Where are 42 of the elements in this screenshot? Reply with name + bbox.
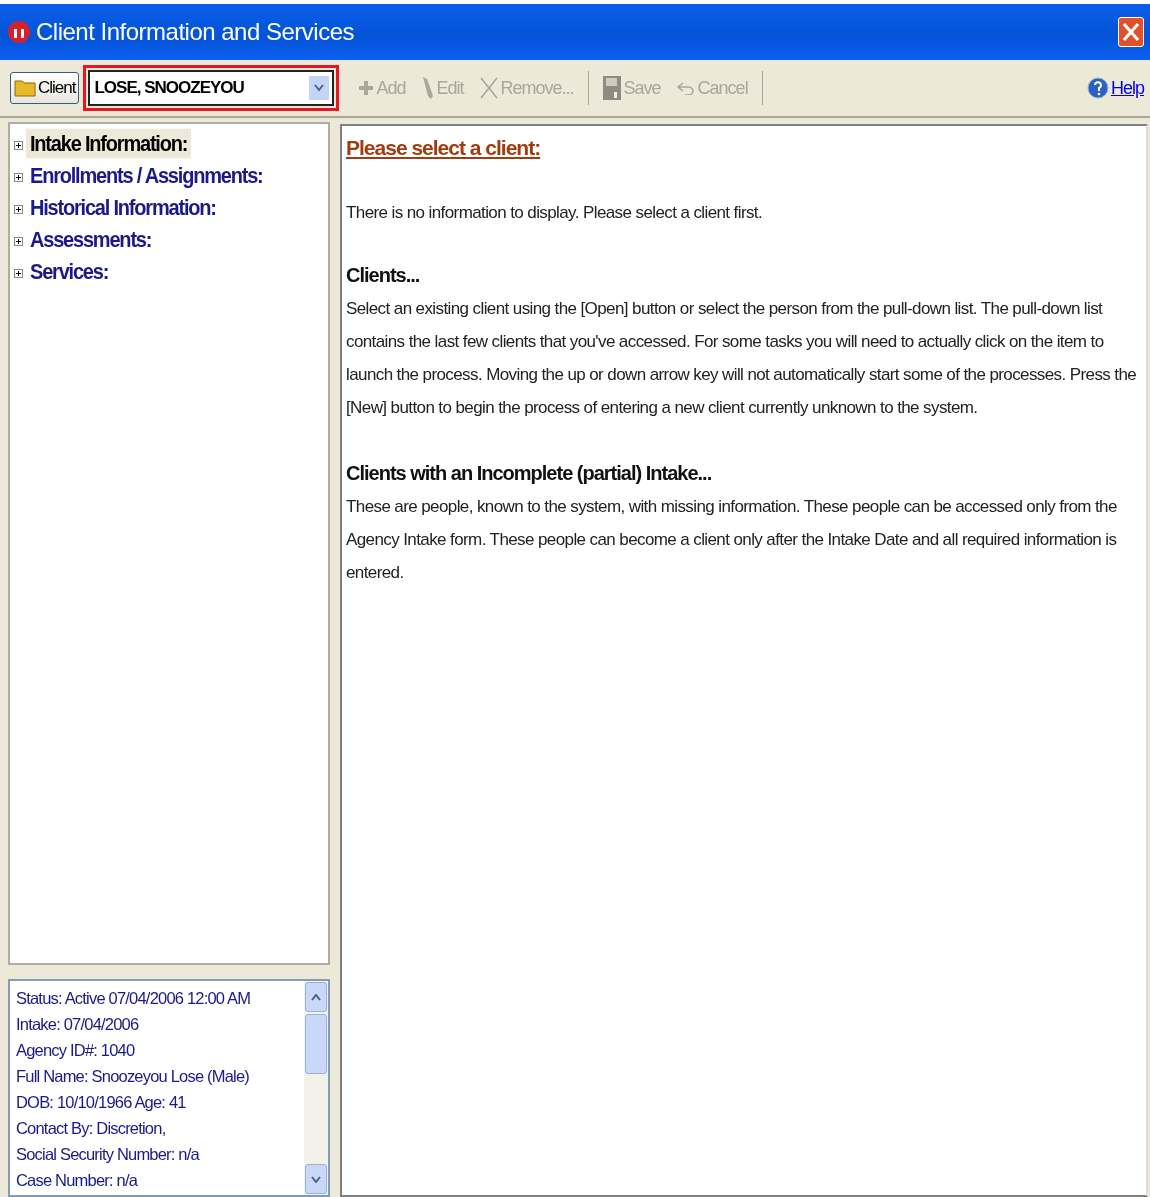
client-detail-line: Full Name: Snoozeyou Lose (Male) xyxy=(16,1066,251,1087)
section-title: Clients with an Incomplete (partial) Intake... xyxy=(346,461,713,486)
undo-arrow-icon xyxy=(676,81,695,95)
tree-item[interactable]: Historical Information: xyxy=(26,192,220,223)
pen-icon xyxy=(421,76,434,100)
plus-box-icon xyxy=(14,237,23,246)
window-title: Client Information and Services xyxy=(36,18,355,46)
client-button[interactable]: Client xyxy=(10,72,80,104)
dropdown-button[interactable] xyxy=(309,76,330,100)
tree-item[interactable]: Assessments: xyxy=(26,224,156,255)
plus-box-icon xyxy=(14,141,23,150)
folder-icon xyxy=(14,79,36,97)
tree-item[interactable]: Enrollments / Assignments: xyxy=(26,160,267,191)
close-icon xyxy=(1122,22,1140,42)
client-detail-line: Agency ID#: 1040 xyxy=(16,1040,136,1061)
client-detail-line: Intake: 07/04/2006 xyxy=(16,1014,140,1035)
tree-item[interactable]: Intake Information: xyxy=(26,128,192,159)
client-detail-line: Contact By: Discretion, xyxy=(16,1118,167,1139)
client-detail-line: Status: Active 07/04/2006 12:00 AM xyxy=(16,988,252,1009)
scrollbar-thumb[interactable] xyxy=(305,1014,327,1074)
scroll-down-button[interactable] xyxy=(305,1164,327,1194)
plus-icon xyxy=(359,81,374,95)
help-link[interactable]: Help xyxy=(1110,77,1144,99)
section-text: Select an existing client using the [Open] button or select the person from the pull-down list. The pull-down list contains the last few clients that you've accessed. For some tasks you will need to actually click on the item to launch the process. Moving the up or down arrow key will not automatically start some of the processes. Press the [New] button to begin the process of entering a new client currently unknown to the system. xyxy=(346,298,1138,419)
content-heading: Please select a client: xyxy=(346,136,541,160)
app-logo-icon xyxy=(8,21,30,43)
plus-box-icon xyxy=(14,205,23,214)
client-detail-line: Social Security Number: n/a xyxy=(16,1144,201,1165)
client-detail-line: DOB: 10/10/1966 Age: 41 xyxy=(16,1092,187,1113)
client-detail-line: Case Number: n/a xyxy=(16,1170,139,1191)
scroll-up-button[interactable] xyxy=(305,982,327,1012)
section-text: These are people, known to the system, with missing information. These people can be accessed only from the Agency Intake form. These people can become a client only after the Intake Date and all required information is entered. xyxy=(346,496,1118,584)
x-icon xyxy=(479,77,498,99)
close-button[interactable] xyxy=(1118,17,1144,47)
section-title: Clients... xyxy=(346,263,421,288)
help-icon xyxy=(1086,77,1109,99)
caret-icon xyxy=(314,84,325,92)
plus-box-icon xyxy=(14,269,23,278)
client-dropdown[interactable]: LOSE, SNOOZEYOU xyxy=(88,70,335,106)
intro-text: There is no information to display. Please select a client first. xyxy=(346,202,764,224)
tree-item[interactable]: Services: xyxy=(26,256,113,287)
plus-box-icon xyxy=(14,173,23,182)
